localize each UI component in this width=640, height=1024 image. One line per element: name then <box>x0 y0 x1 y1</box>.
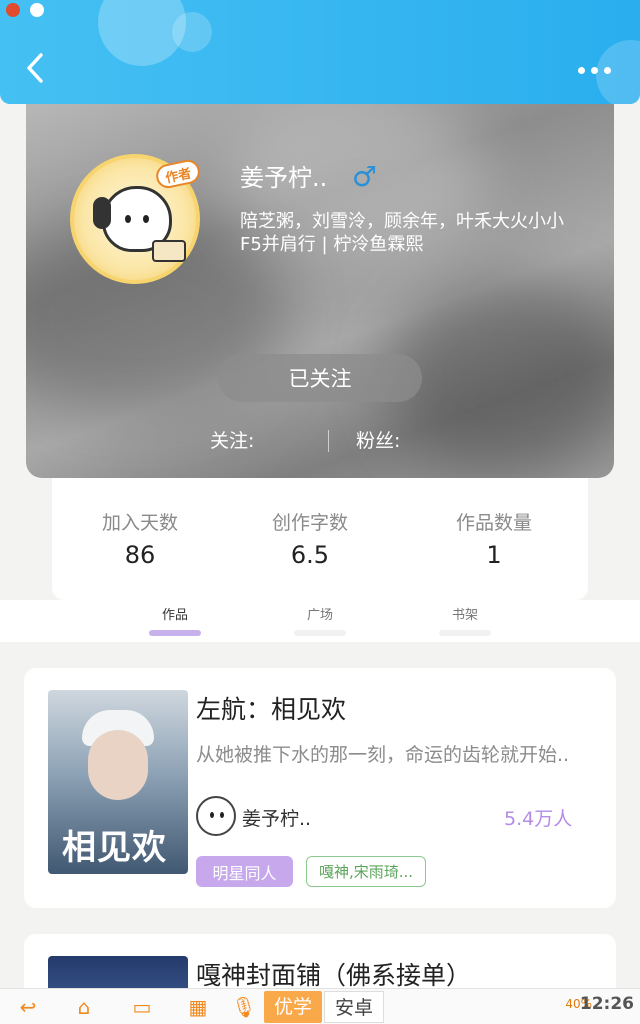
stat-word-count: 创作字数 6.5 <box>220 508 400 569</box>
work-author: 姜予柠.. <box>242 808 312 830</box>
notification-icon <box>6 3 20 17</box>
stat-value: 6.5 <box>290 541 330 569</box>
stats-card: 加入天数 86 创作字数 6.5 作品数量 1 <box>52 478 588 600</box>
cover-title: 相见欢 <box>62 828 167 868</box>
active-tab-indicator <box>149 630 201 636</box>
author-badge: 作者 <box>153 157 203 191</box>
more-dots-icon <box>577 66 585 74</box>
chevron-left-icon <box>27 53 43 83</box>
top-app-bar <box>0 0 640 104</box>
status-notification-icons <box>6 3 44 17</box>
keyword-tag[interactable]: 嘎神,宋雨琦... <box>306 856 426 887</box>
profile-name: 姜予柠.. <box>240 164 328 192</box>
work-description: 从她被推下水的那一刻，命运的齿轮就开始.. <box>196 744 570 766</box>
book-cover[interactable]: 相见欢 <box>48 690 188 874</box>
tab-bookshelf[interactable]: 书架 <box>425 604 505 623</box>
decor-bubble <box>172 12 212 52</box>
stat-label: 创作字数 <box>271 512 348 534</box>
chat-notification-icon <box>30 3 44 17</box>
author-avatar <box>196 796 236 836</box>
follow-counts-row: 关注: 粉丝: <box>26 426 614 456</box>
category-tag[interactable]: 明星同人 <box>196 856 293 887</box>
following-label[interactable]: 关注: <box>210 426 254 453</box>
profile-header-card: 作者 姜予柠.. ♂ 陪芝粥，刘雪泠，顾余年，叶禾大火小小F5并肩行 | 柠泠鱼… <box>26 96 614 478</box>
divider <box>328 430 329 452</box>
microphone-icon[interactable]: 🎙 <box>230 995 258 1019</box>
more-dots-icon <box>603 66 611 74</box>
work-readers: 5.4万人 <box>504 808 573 830</box>
tab-android[interactable]: 安卓 <box>324 991 385 1023</box>
tab-indicator <box>439 630 491 636</box>
stat-label: 加入天数 <box>101 512 178 534</box>
clock: 12:26 <box>579 994 634 1014</box>
work-title[interactable]: 嘎神封面铺（佛系接单） <box>196 956 471 992</box>
work-card[interactable]: 相见欢 左航：相见欢 从她被推下水的那一刻，命运的齿轮就开始.. 姜予柠.. 5… <box>24 668 616 908</box>
tab-indicator <box>294 630 346 636</box>
more-dots-icon <box>590 66 598 74</box>
tab-square[interactable]: 广场 <box>280 604 360 623</box>
stat-value: 86 <box>124 541 156 569</box>
grid-apps-icon[interactable]: ▦ <box>184 995 212 1019</box>
avatar[interactable]: 作者 <box>70 154 203 284</box>
home-icon[interactable]: ⌂ <box>70 995 98 1019</box>
stat-works-count: 作品数量 1 <box>404 508 584 569</box>
stat-value: 1 <box>486 541 502 569</box>
more-options-button[interactable] <box>572 56 616 84</box>
back-button[interactable] <box>18 48 52 88</box>
followed-button[interactable]: 已关注 <box>218 354 422 402</box>
tab-youxue[interactable]: 优学 <box>264 991 323 1023</box>
book-icon <box>152 240 186 262</box>
fans-label[interactable]: 粉丝: <box>356 426 400 453</box>
profile-bio: 陪芝粥，刘雪泠，顾余年，叶禾大火小小F5并肩行 | 柠泠鱼霖熙 <box>240 211 564 255</box>
recent-apps-icon[interactable]: ▭ <box>128 995 156 1019</box>
system-navigation-bar: ↩ ⌂ ▭ ▦ 🎙 优学 安卓 40% 12:26 <box>0 988 640 1024</box>
profile-tabs: 作品 广场 书架 <box>0 600 640 642</box>
stat-join-days: 加入天数 86 <box>50 508 230 569</box>
work-title[interactable]: 左航：相见欢 <box>196 690 346 726</box>
male-gender-icon: ♂ <box>352 160 378 193</box>
stat-label: 作品数量 <box>455 512 532 534</box>
back-arrow-icon[interactable]: ↩ <box>14 995 42 1019</box>
tab-works[interactable]: 作品 <box>135 604 215 623</box>
